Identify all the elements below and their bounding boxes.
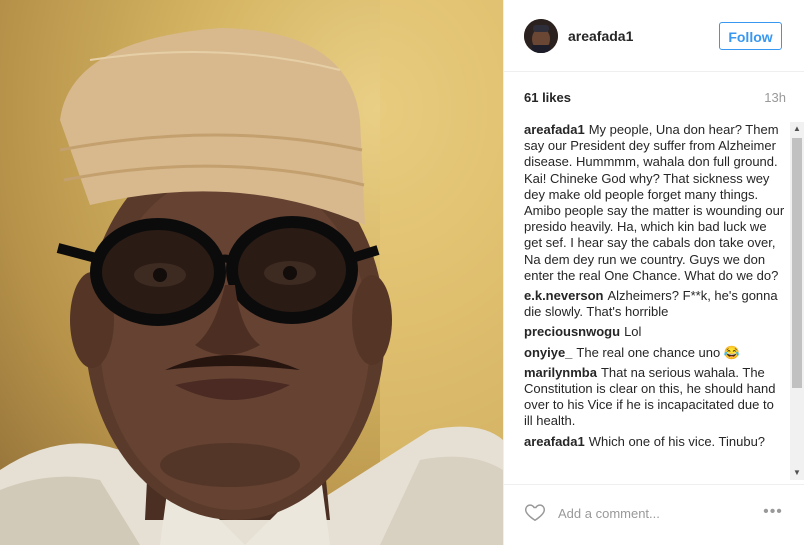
scrollbar-thumb[interactable]: [792, 138, 802, 388]
scroll-up-arrow-icon[interactable]: ▲: [790, 122, 804, 136]
portrait-illustration: [0, 0, 503, 545]
heart-icon[interactable]: [524, 501, 546, 523]
comment-item: preciousnwogu Lol: [524, 324, 786, 340]
comment-item: areafada1 Which one of his vice. Tinubu?: [524, 434, 786, 450]
post-time: 13h: [764, 90, 786, 105]
follow-button[interactable]: Follow: [719, 22, 782, 50]
add-comment-input[interactable]: [556, 500, 750, 526]
comments-list[interactable]: areafada1 My people, Una don hear? Them s…: [524, 122, 786, 480]
post-footer: •••: [504, 484, 804, 545]
post-header: areafada1 Follow: [504, 0, 804, 72]
comment-username[interactable]: preciousnwogu: [524, 324, 620, 339]
more-options-icon[interactable]: •••: [760, 503, 786, 521]
likes-row: 61 likes 13h: [524, 90, 786, 108]
comment-item: e.k.neverson Alzheimers? F**k, he's gonna…: [524, 288, 786, 320]
scroll-down-arrow-icon[interactable]: ▼: [790, 466, 804, 480]
comment-text: Lol: [624, 324, 642, 340]
username-link[interactable]: areafada1: [568, 28, 633, 44]
avatar-image: [524, 19, 558, 53]
comment-text: My people, Una don hear? Them say our Pr…: [524, 122, 785, 283]
post-details-panel: areafada1 Follow 61 likes 13h areafada1 M…: [503, 0, 804, 545]
comment-item: marilynmba That na serious wahala. The Co…: [524, 365, 786, 430]
heart-icon-svg: [525, 504, 545, 522]
comment-username[interactable]: e.k.neverson: [524, 288, 604, 303]
post-photo[interactable]: [0, 0, 503, 545]
comments-scrollbar[interactable]: ▲ ▼: [790, 122, 804, 480]
comment-item: onyiye_ The real one chance uno 😂: [524, 345, 786, 361]
comment-username[interactable]: areafada1: [524, 122, 585, 137]
comment-username[interactable]: marilynmba: [524, 365, 597, 380]
instagram-post-window: areafada1 Follow 61 likes 13h areafada1 M…: [0, 0, 804, 545]
comment-username[interactable]: onyiye_: [524, 345, 572, 360]
comment-text: The real one chance uno 😂: [576, 344, 741, 360]
likes-count[interactable]: 61 likes: [524, 90, 571, 105]
comment-item: areafada1 My people, Una don hear? Them s…: [524, 122, 786, 284]
comment-username[interactable]: areafada1: [524, 434, 585, 449]
comment-text: Which one of his vice. Tinubu?: [588, 433, 766, 449]
avatar[interactable]: [524, 19, 558, 53]
